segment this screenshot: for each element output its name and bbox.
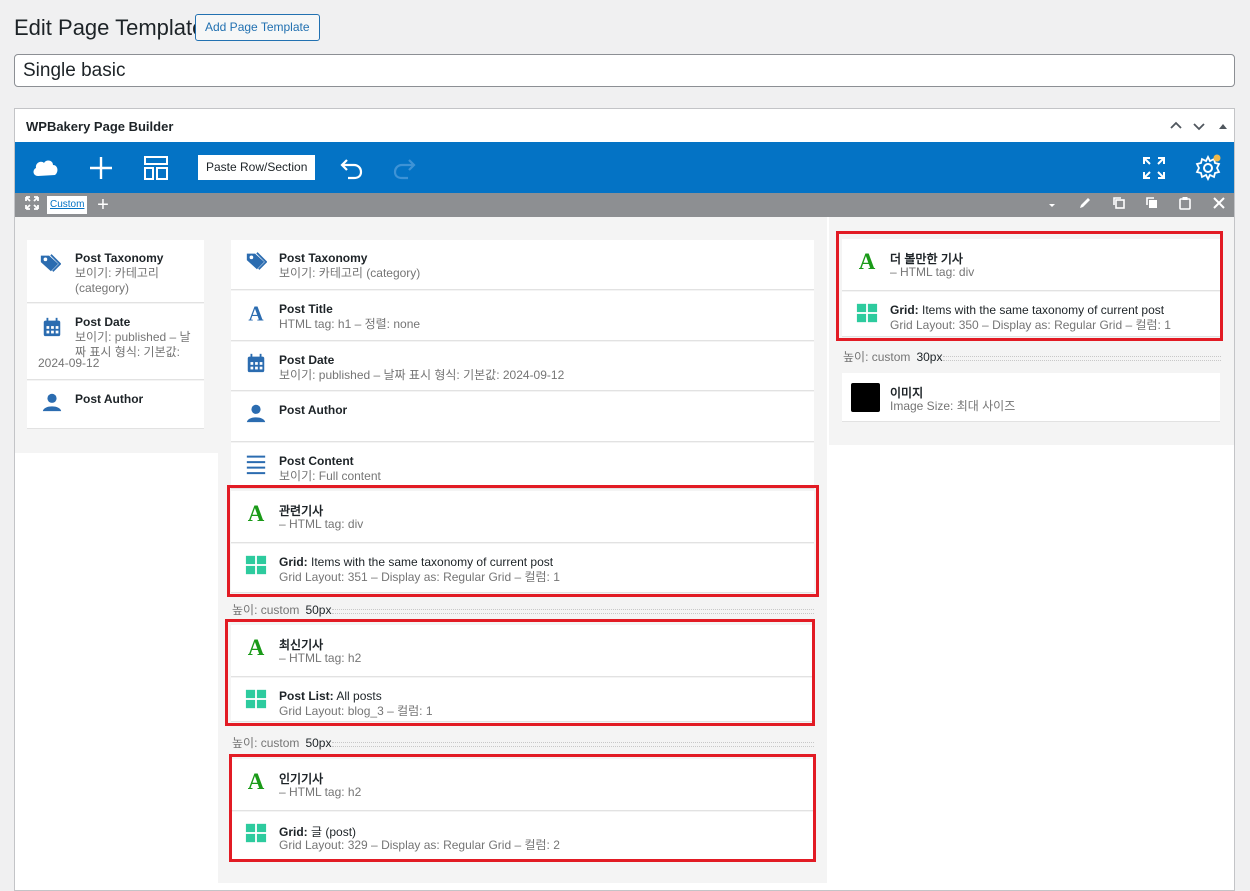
element-detail: Image Size: 최대 사이즈: [890, 399, 1016, 413]
element-label: Post Taxonomy: [279, 251, 368, 265]
chevron-down-icon[interactable]: [1190, 117, 1208, 135]
heading-icon: A: [248, 501, 265, 523]
chevron-up-icon[interactable]: [1167, 117, 1185, 135]
page-title: Edit Page Template: [14, 15, 205, 40]
element-label: Post Date: [279, 353, 335, 367]
copy-icon[interactable]: [1143, 196, 1161, 214]
element-detail: Grid Layout: 351 – Display as: Regular G…: [279, 570, 560, 584]
row-controls-bar: Custom +: [15, 193, 1234, 217]
element-post-taxonomy[interactable]: Post Taxonomy 보이기: 카테고리 (category): [231, 240, 814, 290]
paste-row-section-button[interactable]: Paste Row/Section: [198, 155, 316, 180]
svg-text:A: A: [248, 635, 265, 657]
row-dropdown-icon[interactable]: [1043, 196, 1061, 214]
element-label: Post Author: [75, 392, 144, 406]
element-detail: Grid Layout: 350 – Display as: Regular G…: [890, 318, 1171, 332]
cloud-icon[interactable]: [29, 152, 61, 184]
paste-icon[interactable]: [1176, 196, 1194, 214]
element-heading-latest[interactable]: A 최신기사 – HTML tag: h2: [231, 625, 814, 677]
grid-icon: [245, 689, 267, 709]
collapse-toggle-icon[interactable]: [1214, 117, 1232, 135]
element-detail: 보이기: Full content: [279, 469, 381, 483]
element-heading-more[interactable]: A 더 볼만한 기사 – HTML tag: div: [842, 239, 1220, 291]
element-label: Grid: Items with the same taxonomy of cu…: [890, 303, 1165, 317]
element-post-title[interactable]: A Post Title HTML tag: h1 – 정렬: none: [231, 291, 814, 341]
builder-toolbar: Paste Row/Section: [15, 142, 1234, 193]
element-heading-popular[interactable]: A 인기기사 – HTML tag: h2: [231, 759, 814, 811]
settings-gear-icon[interactable]: [1192, 152, 1224, 184]
element-detail: 보이기: 카테고리 (category): [279, 266, 421, 280]
element-detail-date: 2024-09-12: [38, 356, 100, 370]
element-detail: 보이기: published – 날짜 표시 형식: 기본값: 2024-09-…: [279, 368, 565, 382]
heading-icon: A: [248, 635, 265, 657]
tag-icon: [40, 254, 61, 272]
element-detail: – HTML tag: h2: [279, 651, 362, 665]
element-label: Post Date: [75, 315, 131, 329]
calendar-icon: [43, 317, 61, 337]
svg-text:A: A: [248, 301, 264, 323]
grid-icon: [245, 823, 267, 843]
element-post-author[interactable]: Post Author: [27, 381, 204, 429]
lines-icon: [246, 455, 266, 475]
element-grid-popular[interactable]: Grid: 글 (post) Grid Layout: 329 – Displa…: [231, 812, 814, 860]
add-element-icon[interactable]: [85, 152, 117, 184]
tab-custom[interactable]: Custom: [47, 196, 88, 214]
calendar-icon: [247, 353, 265, 373]
close-icon[interactable]: [1210, 196, 1228, 214]
redo-icon[interactable]: [389, 152, 421, 184]
element-detail: 보이기: 카테고리 (category): [75, 266, 159, 295]
clone-icon[interactable]: [1110, 196, 1128, 214]
spacer-element[interactable]: 높이: custom 50px: [232, 736, 814, 750]
element-detail: – HTML tag: h2: [279, 785, 362, 799]
builder-header: WPBakery Page Builder: [15, 109, 1234, 143]
edit-pencil-icon[interactable]: [1076, 196, 1094, 214]
element-image[interactable]: 이미지 Image Size: 최대 사이즈: [842, 373, 1220, 422]
heading-icon: A: [859, 249, 876, 271]
row-move-icon[interactable]: [23, 196, 41, 214]
element-label: Post Author: [279, 403, 348, 417]
element-post-author[interactable]: Post Author: [231, 392, 814, 442]
templates-icon[interactable]: [140, 152, 172, 184]
element-label: Grid: Items with the same taxonomy of cu…: [279, 555, 554, 569]
spacer-element[interactable]: 높이: custom 50px: [232, 603, 814, 617]
user-icon: [42, 393, 62, 412]
element-post-date[interactable]: Post Date 보이기: published – 날짜 표시 형식: 기본값…: [231, 342, 814, 391]
element-heading-related[interactable]: A 관련기사 – HTML tag: div: [231, 491, 814, 543]
add-page-template-button[interactable]: Add Page Template: [195, 14, 320, 41]
element-post-taxonomy[interactable]: Post Taxonomy 보이기: 카테고리 (category): [27, 240, 204, 303]
post-title-input[interactable]: Single basic: [14, 54, 1235, 87]
element-detail: – HTML tag: div: [279, 517, 364, 531]
grid-icon: [856, 303, 878, 323]
add-column-icon[interactable]: +: [94, 195, 112, 215]
element-post-content[interactable]: Post Content 보이기: Full content: [231, 443, 814, 489]
user-icon: [246, 404, 266, 423]
builder-title: WPBakery Page Builder: [26, 119, 174, 134]
undo-icon[interactable]: [335, 152, 367, 184]
element-label: Post Content: [279, 454, 354, 468]
element-grid-related[interactable]: Grid: Items with the same taxonomy of cu…: [231, 544, 814, 593]
svg-text:A: A: [248, 769, 265, 791]
element-detail: Grid Layout: blog_3 – 컬럼: 1: [279, 704, 433, 718]
heading-icon: A: [248, 769, 265, 791]
tag-icon: [246, 252, 267, 270]
text-icon: A: [248, 301, 264, 323]
element-post-list[interactable]: Post List: All posts Grid Layout: blog_3…: [231, 678, 814, 722]
svg-text:A: A: [859, 249, 876, 271]
element-detail: Grid Layout: 329 – Display as: Regular G…: [279, 838, 560, 852]
image-thumbnail: [851, 383, 880, 412]
element-detail: HTML tag: h1 – 정렬: none: [279, 317, 421, 331]
element-label: Post Taxonomy: [75, 251, 164, 265]
element-grid-more[interactable]: Grid: Items with the same taxonomy of cu…: [842, 292, 1220, 337]
spacer-element[interactable]: 높이: custom 30px: [843, 350, 1221, 364]
element-detail: – HTML tag: div: [890, 265, 975, 279]
element-label: Post List: All posts: [279, 689, 382, 703]
fullscreen-icon[interactable]: [1138, 152, 1170, 184]
svg-text:A: A: [248, 501, 265, 523]
element-post-date[interactable]: Post Date 보이기: published – 날짜 표시 형식: 기본값…: [27, 304, 204, 380]
element-label: Post Title: [279, 302, 333, 316]
grid-icon: [245, 555, 267, 575]
